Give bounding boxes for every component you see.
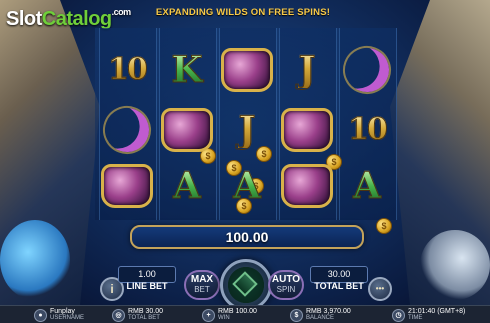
coin-icon: $ — [376, 218, 392, 234]
moon-icon — [96, 99, 158, 161]
menu-icon: ••• — [375, 284, 385, 293]
symbol-letter: J — [298, 49, 316, 91]
letter-symbol: K — [161, 44, 213, 96]
dollar-icon: $ — [290, 308, 303, 322]
plus-icon: + — [202, 308, 215, 322]
max-bet-label: MAX — [190, 274, 214, 285]
menu-button[interactable]: ••• — [368, 277, 392, 301]
symbol-letter: K — [171, 49, 203, 91]
logo-com-text: .com — [111, 7, 132, 17]
crown-symbol-icon — [281, 104, 333, 156]
symbol-letter: 10 — [108, 52, 149, 87]
crown-symbol-icon — [161, 104, 213, 156]
footer-username: ● Funplay USERNAME — [34, 308, 84, 322]
footer-balance-label: BALANCE — [306, 315, 335, 321]
footer-win-label: WIN — [218, 315, 230, 321]
footer-balance-value: RMB 3,970.00 — [306, 308, 351, 315]
crown-symbol-icon — [281, 160, 333, 212]
letter-symbol: 10 — [341, 104, 393, 156]
auto-spin-sublabel: SPIN — [276, 285, 296, 294]
footer-win-value: RMB 100.00 — [218, 308, 257, 315]
crown-icon — [101, 164, 153, 208]
slot-game-screen: SlotCatalog.com EXPANDING WILDS ON FREE … — [0, 0, 490, 323]
moon-symbol-icon — [96, 99, 158, 161]
letter-symbol: 10 — [101, 44, 153, 96]
right-cloud-decoration — [420, 230, 490, 300]
status-footer: ● Funplay USERNAME ◎ RMB 30.00 TOTAL BET +… — [0, 305, 490, 323]
footer-time: ◷ 21:01:40 (GMT+8) TIME — [392, 308, 465, 322]
username-label: USERNAME — [50, 315, 85, 321]
max-bet-button[interactable]: MAX BET — [184, 270, 220, 300]
footer-time-label: TIME — [408, 315, 423, 321]
logo-slot-text: Slot — [6, 8, 42, 30]
letter-symbol: A — [341, 160, 393, 212]
clock-icon: ◷ — [392, 308, 405, 322]
user-icon: ● — [34, 308, 47, 322]
footer-total-bet: ◎ RMB 30.00 TOTAL BET — [112, 308, 163, 322]
max-bet-sublabel: BET — [194, 285, 210, 294]
win-amount-display: 100.00 — [130, 225, 364, 249]
left-cloud-decoration — [0, 220, 70, 300]
symbol-letter: A — [353, 165, 382, 207]
crown-icon — [221, 48, 273, 92]
promo-banner: EXPANDING WILDS ON FREE SPINS! — [155, 7, 331, 18]
spin-button[interactable] — [220, 259, 272, 311]
footer-balance: $ RMB 3,970.00 BALANCE — [290, 308, 351, 322]
symbol-letter: A — [173, 165, 202, 207]
win-amount: 100.00 — [225, 229, 269, 245]
moon-symbol-icon — [336, 39, 398, 101]
crown-icon — [281, 108, 333, 152]
symbol-letter: A — [233, 165, 262, 207]
auto-spin-label: AUTO — [271, 274, 301, 285]
footer-time-value: 21:01:40 (GMT+8) — [408, 308, 466, 315]
crown-symbol-icon — [101, 160, 153, 212]
letter-symbol: A — [221, 160, 273, 212]
footer-totalbet-value: RMB 30.00 — [128, 308, 164, 315]
letter-symbol: J — [221, 104, 273, 156]
auto-spin-button[interactable]: AUTO SPIN — [268, 270, 304, 300]
line-bet-label: LINE BET — [126, 281, 168, 291]
logo-catalog-text: Catalog — [41, 8, 112, 30]
footer-win: + RMB 100.00 WIN — [202, 308, 257, 322]
symbol-letter: 10 — [348, 112, 389, 147]
spin-icon — [232, 271, 258, 297]
total-bet-label: TOTAL BET — [314, 281, 364, 291]
crown-icon — [161, 108, 213, 152]
letter-symbol: A — [161, 160, 213, 212]
moon-icon — [336, 39, 398, 101]
crown-symbol-icon — [221, 44, 273, 96]
symbol-letter: J — [238, 109, 256, 151]
chip-icon: ◎ — [112, 308, 125, 322]
crown-icon — [281, 164, 333, 208]
username-value: Funplay — [50, 308, 75, 315]
letter-symbol: J — [281, 44, 333, 96]
footer-totalbet-label: TOTAL BET — [128, 315, 160, 321]
